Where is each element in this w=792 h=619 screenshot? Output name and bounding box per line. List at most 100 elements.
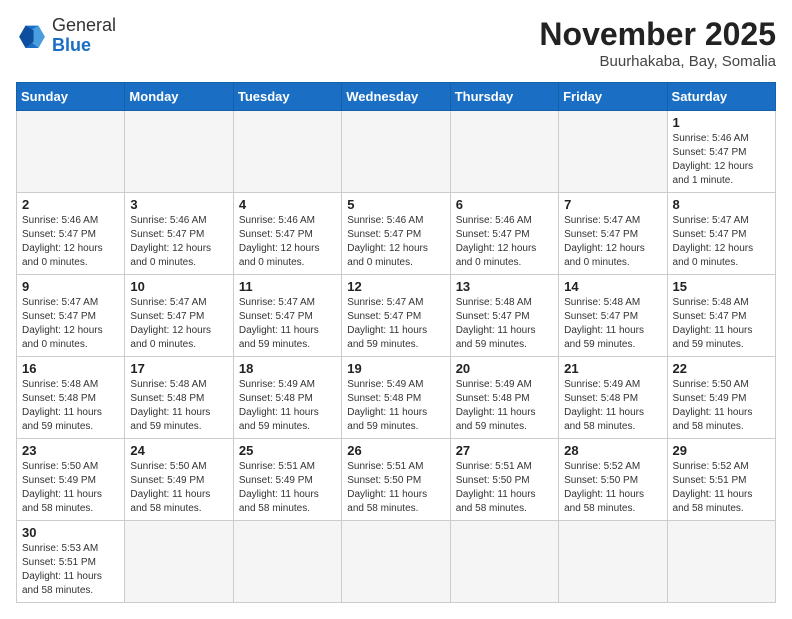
day-25: 25 Sunrise: 5:51 AM Sunset: 5:49 PM Dayli…: [233, 439, 341, 521]
day-info-9: Sunrise: 5:47 AM Sunset: 5:47 PM Dayligh…: [22, 296, 119, 352]
day-info-30: Sunrise: 5:53 AM Sunset: 5:51 PM Dayligh…: [22, 542, 119, 598]
day-number-7: 7: [564, 197, 661, 212]
weekday-sunday: Sunday: [17, 83, 125, 111]
day-4: 4Sunrise: 5:46 AM Sunset: 5:47 PM Daylig…: [233, 193, 341, 275]
day-info-8: Sunrise: 5:47 AM Sunset: 5:47 PM Dayligh…: [673, 214, 770, 270]
day-info-19: Sunrise: 5:49 AM Sunset: 5:48 PM Dayligh…: [347, 378, 444, 434]
day-info-2: Sunrise: 5:46 AM Sunset: 5:47 PM Dayligh…: [22, 214, 119, 270]
calendar: SundayMondayTuesdayWednesdayThursdayFrid…: [16, 82, 776, 603]
empty-day: [450, 111, 558, 193]
empty-day: [667, 521, 775, 603]
day-number-13: 13: [456, 279, 553, 294]
weekday-friday: Friday: [559, 83, 667, 111]
day-info-17: Sunrise: 5:48 AM Sunset: 5:48 PM Dayligh…: [130, 378, 227, 434]
day-5: 5 Sunrise: 5:46 AM Sunset: 5:47 PM Daylig…: [342, 193, 450, 275]
weekday-thursday: Thursday: [450, 83, 558, 111]
day-20: 20Sunrise: 5:49 AM Sunset: 5:48 PM Dayli…: [450, 357, 558, 439]
day-info-1: Sunrise: 5:46 AM Sunset: 5:47 PM Dayligh…: [673, 132, 770, 188]
day-info-7: Sunrise: 5:47 AM Sunset: 5:47 PM Dayligh…: [564, 214, 661, 270]
weekday-wednesday: Wednesday: [342, 83, 450, 111]
day-info-26: Sunrise: 5:51 AM Sunset: 5:50 PM Dayligh…: [347, 460, 444, 516]
logo-text: General Blue: [52, 16, 116, 56]
day-number-12: 12: [347, 279, 444, 294]
empty-day: [559, 111, 667, 193]
day-number-9: 9: [22, 279, 119, 294]
day-info-27: Sunrise: 5:51 AM Sunset: 5:50 PM Dayligh…: [456, 460, 553, 516]
day-number-2: 2: [22, 197, 119, 212]
month-title: November 2025: [539, 16, 776, 53]
weekday-monday: Monday: [125, 83, 233, 111]
day-info-22: Sunrise: 5:50 AM Sunset: 5:49 PM Dayligh…: [673, 378, 770, 434]
day-info-23: Sunrise: 5:50 AM Sunset: 5:49 PM Dayligh…: [22, 460, 119, 516]
day-27: 27 Sunrise: 5:51 AM Sunset: 5:50 PM Dayli…: [450, 439, 558, 521]
day-number-16: 16: [22, 361, 119, 376]
day-11: 11 Sunrise: 5:47 AM Sunset: 5:47 PM Dayli…: [233, 275, 341, 357]
day-info-14: Sunrise: 5:48 AM Sunset: 5:47 PM Dayligh…: [564, 296, 661, 352]
day-8: 8 Sunrise: 5:47 AM Sunset: 5:47 PM Daylig…: [667, 193, 775, 275]
day-number-30: 30: [22, 525, 119, 540]
day-info-28: Sunrise: 5:52 AM Sunset: 5:50 PM Dayligh…: [564, 460, 661, 516]
day-info-6: Sunrise: 5:46 AM Sunset: 5:47 PM Dayligh…: [456, 214, 553, 270]
day-number-25: 25: [239, 443, 336, 458]
day-info-3: Sunrise: 5:46 AM Sunset: 5:47 PM Dayligh…: [130, 214, 227, 270]
day-number-27: 27: [456, 443, 553, 458]
day-number-6: 6: [456, 197, 553, 212]
day-24: 24 Sunrise: 5:50 AM Sunset: 5:49 PM Dayli…: [125, 439, 233, 521]
empty-day: [450, 521, 558, 603]
day-18: 18Sunrise: 5:49 AM Sunset: 5:48 PM Dayli…: [233, 357, 341, 439]
day-13: 13 Sunrise: 5:48 AM Sunset: 5:47 PM Dayli…: [450, 275, 558, 357]
day-info-5: Sunrise: 5:46 AM Sunset: 5:47 PM Dayligh…: [347, 214, 444, 270]
day-2: 2 Sunrise: 5:46 AM Sunset: 5:47 PM Daylig…: [17, 193, 125, 275]
empty-day: [233, 111, 341, 193]
day-number-3: 3: [130, 197, 227, 212]
calendar-row-1: 1 Sunrise: 5:46 AM Sunset: 5:47 PM Daylig…: [17, 111, 776, 193]
day-number-18: 18: [239, 361, 336, 376]
calendar-row-6: 30 Sunrise: 5:53 AM Sunset: 5:51 PM Dayli…: [17, 521, 776, 603]
day-21: 21Sunrise: 5:49 AM Sunset: 5:48 PM Dayli…: [559, 357, 667, 439]
day-1: 1 Sunrise: 5:46 AM Sunset: 5:47 PM Daylig…: [667, 111, 775, 193]
day-info-13: Sunrise: 5:48 AM Sunset: 5:47 PM Dayligh…: [456, 296, 553, 352]
day-19: 19 Sunrise: 5:49 AM Sunset: 5:48 PM Dayli…: [342, 357, 450, 439]
day-23: 23 Sunrise: 5:50 AM Sunset: 5:49 PM Dayli…: [17, 439, 125, 521]
day-10: 10 Sunrise: 5:47 AM Sunset: 5:47 PM Dayli…: [125, 275, 233, 357]
day-number-1: 1: [673, 115, 770, 130]
logo: General Blue: [16, 16, 116, 56]
day-15: 15Sunrise: 5:48 AM Sunset: 5:47 PM Dayli…: [667, 275, 775, 357]
day-9: 9 Sunrise: 5:47 AM Sunset: 5:47 PM Daylig…: [17, 275, 125, 357]
day-28: 28 Sunrise: 5:52 AM Sunset: 5:50 PM Dayli…: [559, 439, 667, 521]
logo-icon: [16, 22, 48, 50]
day-number-28: 28: [564, 443, 661, 458]
empty-day: [233, 521, 341, 603]
day-number-15: 15: [673, 279, 770, 294]
day-17: 17Sunrise: 5:48 AM Sunset: 5:48 PM Dayli…: [125, 357, 233, 439]
day-number-22: 22: [673, 361, 770, 376]
empty-day: [125, 111, 233, 193]
empty-day: [342, 521, 450, 603]
day-info-4: Sunrise: 5:46 AM Sunset: 5:47 PM Dayligh…: [239, 214, 336, 270]
day-number-21: 21: [564, 361, 661, 376]
day-number-19: 19: [347, 361, 444, 376]
day-info-25: Sunrise: 5:51 AM Sunset: 5:49 PM Dayligh…: [239, 460, 336, 516]
day-info-16: Sunrise: 5:48 AM Sunset: 5:48 PM Dayligh…: [22, 378, 119, 434]
day-info-24: Sunrise: 5:50 AM Sunset: 5:49 PM Dayligh…: [130, 460, 227, 516]
day-14: 14Sunrise: 5:48 AM Sunset: 5:47 PM Dayli…: [559, 275, 667, 357]
location: Buurhakaba, Bay, Somalia: [539, 53, 776, 70]
calendar-row-5: 23 Sunrise: 5:50 AM Sunset: 5:49 PM Dayli…: [17, 439, 776, 521]
day-number-11: 11: [239, 279, 336, 294]
day-16: 16 Sunrise: 5:48 AM Sunset: 5:48 PM Dayli…: [17, 357, 125, 439]
day-number-5: 5: [347, 197, 444, 212]
day-info-10: Sunrise: 5:47 AM Sunset: 5:47 PM Dayligh…: [130, 296, 227, 352]
title-block: November 2025 Buurhakaba, Bay, Somalia: [539, 16, 776, 70]
logo-blue: Blue: [52, 35, 91, 55]
calendar-row-3: 9 Sunrise: 5:47 AM Sunset: 5:47 PM Daylig…: [17, 275, 776, 357]
empty-day: [342, 111, 450, 193]
day-number-24: 24: [130, 443, 227, 458]
day-info-29: Sunrise: 5:52 AM Sunset: 5:51 PM Dayligh…: [673, 460, 770, 516]
day-info-11: Sunrise: 5:47 AM Sunset: 5:47 PM Dayligh…: [239, 296, 336, 352]
logo-general: General: [52, 15, 116, 35]
day-number-10: 10: [130, 279, 227, 294]
day-29: 29Sunrise: 5:52 AM Sunset: 5:51 PM Dayli…: [667, 439, 775, 521]
day-6: 6 Sunrise: 5:46 AM Sunset: 5:47 PM Daylig…: [450, 193, 558, 275]
day-number-8: 8: [673, 197, 770, 212]
day-number-23: 23: [22, 443, 119, 458]
